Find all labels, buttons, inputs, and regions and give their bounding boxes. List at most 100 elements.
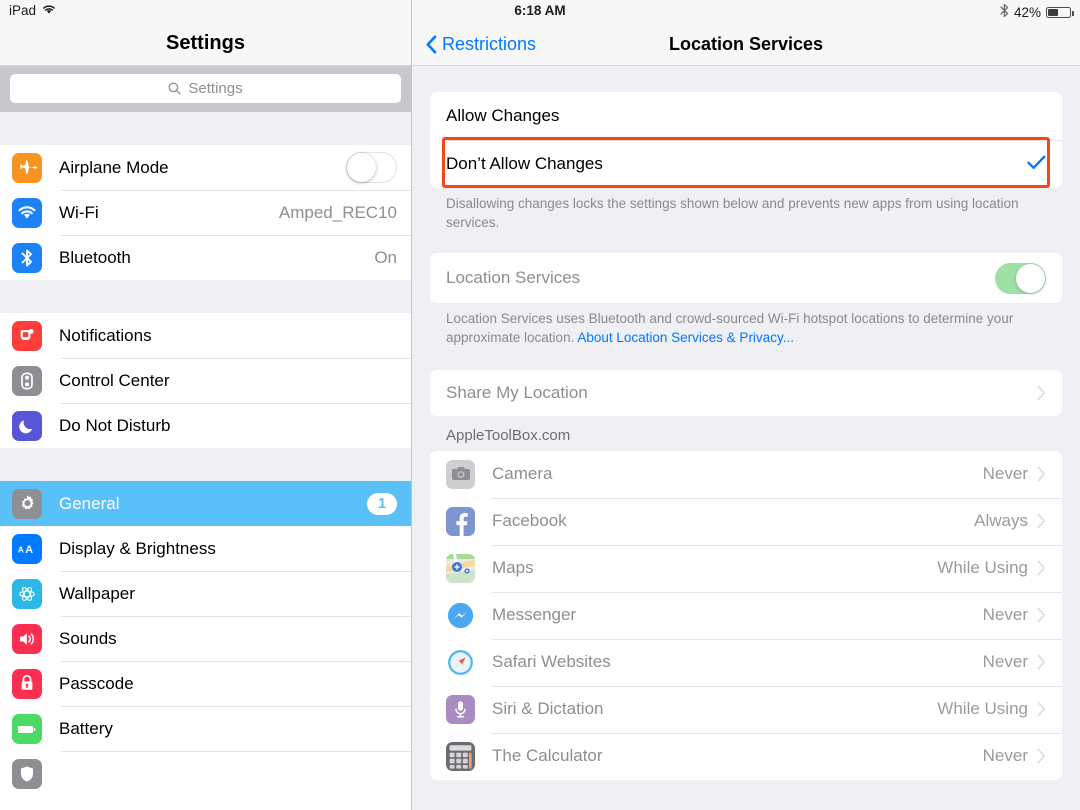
sidebar-group-connectivity: Airplane Mode Wi-Fi Amped_REC10 Bluetoot… — [0, 145, 411, 280]
location-services-row[interactable]: Location Services — [430, 253, 1062, 304]
detail-content: Allow Changes Don’t Allow Changes Disall… — [412, 66, 1080, 780]
calculator-app-icon — [446, 741, 475, 771]
option-dont-allow-changes[interactable]: Don’t Allow Changes — [430, 140, 1062, 188]
svg-text:A: A — [25, 544, 33, 556]
sidebar-item-label: Notifications — [59, 325, 152, 345]
content-gap-2 — [430, 232, 1062, 253]
app-permission-value: While Using — [937, 558, 1028, 577]
privacy-icon — [12, 758, 42, 789]
airplane-mode-toggle[interactable] — [346, 152, 397, 183]
sidebar-item-control-center[interactable]: Control Center — [0, 358, 411, 403]
sidebar-item-notifications[interactable]: Notifications — [0, 313, 411, 358]
sidebar-item-general[interactable]: General 1 — [0, 481, 411, 526]
sidebar-gap-2 — [0, 280, 411, 313]
app-row-facebook[interactable]: Facebook Always — [430, 497, 1062, 545]
sidebar-item-label: Wi-Fi — [59, 202, 99, 222]
battery-icon — [1046, 6, 1074, 18]
bluetooth-icon — [1000, 3, 1009, 21]
camera-app-icon — [446, 459, 475, 489]
app-name: Facebook — [492, 511, 567, 530]
control-center-icon — [12, 365, 42, 396]
sidebar-item-label: Battery — [59, 718, 113, 738]
chevron-right-icon — [1037, 748, 1046, 764]
app-name: Messenger — [492, 605, 577, 624]
app-row-siri-dictation[interactable]: Siri & Dictation While Using — [430, 685, 1062, 733]
sidebar-item-bluetooth[interactable]: Bluetooth On — [0, 235, 411, 280]
wifi-network-value: Amped_REC10 — [278, 202, 397, 222]
sidebar-item-label: Control Center — [59, 370, 170, 390]
sidebar-group-general: General 1 A A Display & Brightness Wallp… — [0, 481, 411, 796]
share-my-location-label: Share My Location — [446, 382, 588, 402]
about-location-services-privacy-link[interactable]: About Location Services & Privacy... — [577, 330, 794, 345]
ipad-settings-screen: iPad 6:18 AM 42% Settings Settings Airpl… — [0, 0, 1080, 810]
app-permission-value: Never — [982, 605, 1028, 624]
app-row-messenger[interactable]: Messenger Never — [430, 591, 1062, 639]
search-input[interactable]: Settings — [10, 74, 401, 103]
chevron-right-icon — [1037, 513, 1046, 529]
app-name: Safari Websites — [492, 652, 611, 671]
sounds-icon — [12, 623, 42, 654]
app-name: Camera — [492, 464, 553, 483]
sidebar-item-label: Wallpaper — [59, 583, 135, 603]
location-services-card: Location Services — [430, 253, 1062, 304]
sidebar-item-privacy[interactable] — [0, 751, 411, 796]
facebook-app-icon — [446, 506, 475, 536]
app-permission-value: Always — [974, 511, 1028, 530]
app-row-maps[interactable]: Maps While Using — [430, 544, 1062, 592]
app-name: The Calculator — [492, 746, 603, 765]
allow-changes-section: Allow Changes Don’t Allow Changes — [430, 92, 1062, 188]
sidebar-group-notifications: Notifications Control Center Do Not Dist… — [0, 313, 411, 448]
wifi-icon — [12, 197, 42, 228]
settings-sidebar: Settings Settings Airplane Mode Wi-Fi Am… — [0, 0, 412, 810]
allow-changes-card: Allow Changes Don’t Allow Changes — [430, 92, 1062, 188]
allow-changes-footnote: Disallowing changes locks the settings s… — [446, 196, 1019, 230]
share-my-location-row[interactable]: Share My Location — [430, 369, 1062, 416]
status-bar-time: 6:18 AM — [514, 3, 566, 18]
app-row-safari-websites[interactable]: Safari Websites Never — [430, 638, 1062, 686]
sidebar-item-display-brightness[interactable]: A A Display & Brightness — [0, 526, 411, 571]
chevron-right-icon — [1037, 654, 1046, 670]
sidebar-item-wallpaper[interactable]: Wallpaper — [0, 571, 411, 616]
app-permission-value: Never — [982, 464, 1028, 483]
app-permission-value: While Using — [937, 699, 1028, 718]
location-services-footnote: Location Services uses Bluetooth and cro… — [430, 303, 1062, 347]
bluetooth-icon — [12, 242, 42, 273]
sidebar-item-airplane-mode[interactable]: Airplane Mode — [0, 145, 411, 190]
sidebar-item-sounds[interactable]: Sounds — [0, 616, 411, 661]
option-allow-changes[interactable]: Allow Changes — [430, 92, 1062, 140]
sidebar-item-label: Passcode — [59, 673, 134, 693]
option-label: Don’t Allow Changes — [446, 154, 603, 173]
sidebar-item-do-not-disturb[interactable]: Do Not Disturb — [0, 403, 411, 448]
airplane-icon — [12, 152, 42, 183]
app-row-camera[interactable]: Camera Never — [430, 450, 1062, 498]
location-services-toggle[interactable] — [995, 262, 1046, 294]
app-row-the-calculator[interactable]: The Calculator Never — [430, 732, 1062, 780]
messenger-app-icon — [446, 600, 475, 630]
app-permission-value: Never — [982, 652, 1028, 671]
sidebar-item-label: Sounds — [59, 628, 117, 648]
display-brightness-icon: A A — [12, 533, 42, 564]
option-label: Allow Changes — [446, 106, 560, 125]
sidebar-search-container: Settings — [0, 66, 411, 112]
general-badge: 1 — [367, 492, 397, 515]
notifications-icon — [12, 320, 42, 351]
search-placeholder: Settings — [188, 80, 243, 97]
sidebar-item-wifi[interactable]: Wi-Fi Amped_REC10 — [0, 190, 411, 235]
sidebar-item-label: Do Not Disturb — [59, 415, 171, 435]
chevron-right-icon — [1037, 466, 1046, 482]
sidebar-item-battery[interactable]: Battery — [0, 706, 411, 751]
sidebar-item-passcode[interactable]: Passcode — [0, 661, 411, 706]
content-gap-3 — [430, 348, 1062, 370]
app-permissions-card: Camera Never Facebook Always Maps While … — [430, 450, 1062, 780]
bluetooth-status-value: On — [374, 247, 397, 267]
location-services-label: Location Services — [446, 268, 581, 288]
siri-dictation-icon — [446, 694, 475, 724]
safari-app-icon — [446, 647, 475, 677]
gear-icon — [12, 488, 42, 519]
sidebar-gap-1 — [0, 112, 411, 145]
sidebar-item-label: Airplane Mode — [59, 157, 169, 177]
share-my-location-card: Share My Location — [430, 369, 1062, 416]
battery-percent: 42% — [1013, 4, 1041, 20]
moon-icon — [12, 410, 42, 441]
app-permission-value: Never — [982, 746, 1028, 765]
